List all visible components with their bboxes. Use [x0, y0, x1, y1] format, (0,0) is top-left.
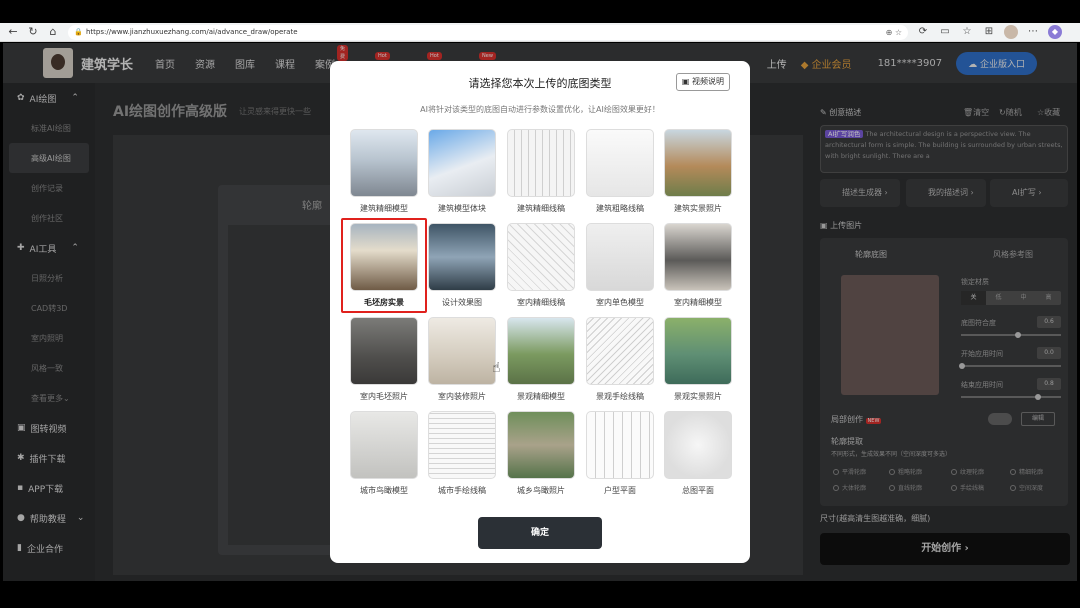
type-label: 设计效果图 — [442, 298, 482, 307]
type-thumbnail — [664, 317, 732, 385]
type-card-site-plan[interactable]: 总图平面 — [663, 411, 733, 495]
type-label: 建筑模型体块 — [438, 204, 486, 213]
type-card-arch-real-photo[interactable]: 建筑实景照片 — [663, 129, 733, 213]
type-thumbnail — [664, 129, 732, 197]
type-thumbnail — [507, 129, 575, 197]
type-label: 城市手绘线稿 — [438, 486, 486, 495]
type-card-urban-rural-aerial-photo[interactable]: 城乡鸟瞰照片 — [506, 411, 576, 495]
type-card-interior-decor-photo[interactable]: 室内装修照片 — [427, 317, 497, 401]
type-card-floor-plan[interactable]: 户型平面 — [585, 411, 655, 495]
profile-avatar[interactable] — [1004, 25, 1018, 39]
type-thumbnail — [350, 317, 418, 385]
split-icon[interactable]: ▭ — [938, 25, 952, 39]
url-text: https://www.jianzhuxuezhang.com/ai/advan… — [86, 27, 298, 36]
collections-icon[interactable]: ⊞ — [982, 25, 996, 39]
base-type-modal: 请选择您本次上传的底图类型 ▣ 视频说明 AI将针对该类型的底图自动进行参数设置… — [330, 61, 750, 563]
zoom-icon[interactable]: ⊕ ☆ — [886, 25, 902, 40]
type-card-landscape-fine-model[interactable]: 景观精细模型 — [506, 317, 576, 401]
type-thumbnail — [586, 411, 654, 479]
type-thumbnail — [507, 223, 575, 291]
type-label: 城乡鸟瞰照片 — [517, 486, 565, 495]
extensions-icon[interactable]: ⟳ — [916, 25, 930, 39]
type-label: 室内装修照片 — [438, 392, 486, 401]
modal-subtitle: AI将针对该类型的底图自动进行参数设置优化，让AI绘图效果更好！ — [420, 105, 660, 114]
more-icon[interactable]: ⋯ — [1026, 25, 1040, 39]
type-card-interior-raw-photo[interactable]: 室内毛坯照片 — [349, 317, 419, 401]
type-thumbnail — [428, 223, 496, 291]
back-icon[interactable]: ← — [6, 25, 20, 39]
type-label: 室内精细模型 — [674, 298, 722, 307]
type-card-arch-fine-sketch[interactable]: 建筑精细线稿 — [506, 129, 576, 213]
copilot-icon[interactable]: ◆ — [1048, 25, 1062, 39]
type-card-interior-fine-sketch[interactable]: 室内精细线稿 — [506, 223, 576, 307]
address-bar[interactable]: 🔒 https://www.jianzhuxuezhang.com/ai/adv… — [68, 24, 908, 40]
type-label: 户型平面 — [604, 486, 636, 495]
confirm-button[interactable]: 确定 — [478, 517, 602, 549]
type-thumbnail — [586, 317, 654, 385]
type-label: 室内毛坯照片 — [360, 392, 408, 401]
type-label: 建筑实景照片 — [674, 204, 722, 213]
type-thumbnail — [586, 223, 654, 291]
type-card-raw-house-photo[interactable]: 毛坯房实景 — [349, 223, 419, 307]
type-label: 毛坯房实景 — [364, 298, 404, 307]
lock-icon: 🔒 — [74, 27, 83, 36]
favorites-icon[interactable]: ☆ — [960, 25, 974, 39]
type-thumbnail — [350, 129, 418, 197]
type-thumbnail — [428, 411, 496, 479]
type-label: 建筑精细模型 — [360, 204, 408, 213]
screen: ← ↻ ⌂ 🔒 https://www.jianzhuxuezhang.com/… — [0, 0, 1080, 608]
type-label: 建筑粗略线稿 — [596, 204, 644, 213]
type-card-interior-fine-model[interactable]: 室内精细模型 — [663, 223, 733, 307]
mouse-cursor-icon: ☝ — [492, 360, 501, 376]
type-card-city-aerial-model[interactable]: 城市鸟瞰模型 — [349, 411, 419, 495]
type-label: 室内精细线稿 — [517, 298, 565, 307]
type-label: 室内单色模型 — [596, 298, 644, 307]
type-label: 总图平面 — [682, 486, 714, 495]
type-thumbnail — [350, 411, 418, 479]
type-card-landscape-real-photo[interactable]: 景观实景照片 — [663, 317, 733, 401]
type-card-arch-rough-sketch[interactable]: 建筑粗略线稿 — [585, 129, 655, 213]
type-label: 景观实景照片 — [674, 392, 722, 401]
video-icon: ▣ — [681, 77, 692, 86]
type-card-arch-fine-model[interactable]: 建筑精细模型 — [349, 129, 419, 213]
type-thumbnail — [507, 411, 575, 479]
type-thumbnail — [664, 411, 732, 479]
browser-toolbar: ← ↻ ⌂ 🔒 https://www.jianzhuxuezhang.com/… — [0, 23, 1080, 42]
type-thumbnail — [664, 223, 732, 291]
home-icon[interactable]: ⌂ — [46, 25, 60, 39]
type-card-arch-mass-model[interactable]: 建筑模型体块 — [427, 129, 497, 213]
type-thumbnail — [507, 317, 575, 385]
type-thumbnail — [428, 129, 496, 197]
type-label: 景观精细模型 — [517, 392, 565, 401]
type-thumbnail — [350, 223, 418, 291]
type-card-interior-mono-model[interactable]: 室内单色模型 — [585, 223, 655, 307]
refresh-icon[interactable]: ↻ — [26, 25, 40, 39]
type-card-design-render[interactable]: 设计效果图 — [427, 223, 497, 307]
type-thumbnail — [586, 129, 654, 197]
type-label: 城市鸟瞰模型 — [360, 486, 408, 495]
type-card-city-hand-sketch[interactable]: 城市手绘线稿 — [427, 411, 497, 495]
type-label: 建筑精细线稿 — [517, 204, 565, 213]
type-card-landscape-hand-sketch[interactable]: 景观手绘线稿 — [585, 317, 655, 401]
type-thumbnail — [428, 317, 496, 385]
type-label: 景观手绘线稿 — [596, 392, 644, 401]
video-guide-button[interactable]: ▣ 视频说明 — [675, 73, 730, 91]
